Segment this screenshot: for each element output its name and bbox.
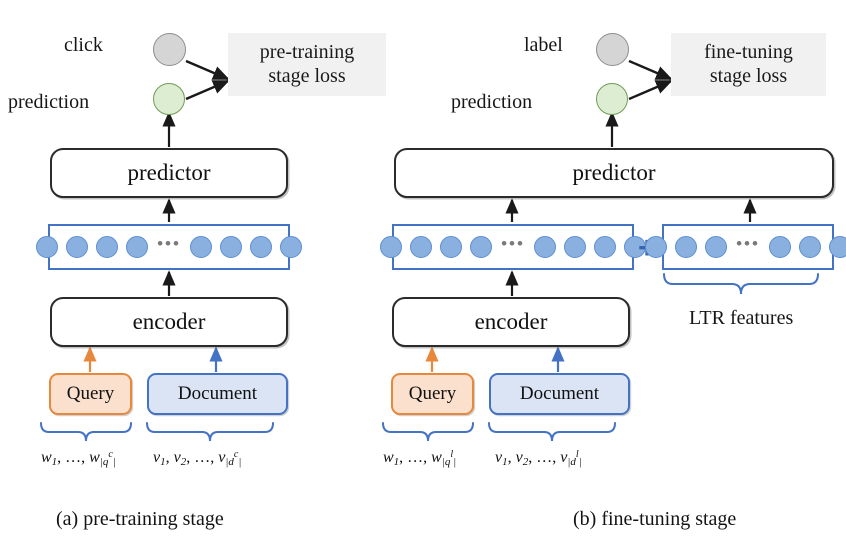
loss-label-line1-b: fine-tuning xyxy=(704,40,793,63)
query-box-b: Query xyxy=(391,373,474,415)
ellipsis-icon: ••• xyxy=(501,233,525,253)
embedding-dot xyxy=(593,236,616,258)
prediction-node-a xyxy=(153,83,185,115)
query-box-a: Query xyxy=(49,373,132,415)
arrow-prediction-to-loss-a xyxy=(185,79,230,101)
token-w-last: w xyxy=(89,449,100,466)
document-label-a: Document xyxy=(177,383,258,404)
embedding-dots-b: ••• xyxy=(376,234,650,261)
ltr-dot xyxy=(828,236,846,258)
embedding-dot xyxy=(126,236,149,258)
encoder-label-b: encoder xyxy=(474,309,548,334)
target-node-label-a: click xyxy=(64,34,103,56)
encoder-box-a: encoder xyxy=(50,297,288,347)
encoder-label-a: encoder xyxy=(132,309,206,334)
token-sub-close: | xyxy=(578,456,582,468)
token-sub-open: |d xyxy=(567,456,576,468)
prediction-node-label-a: prediction xyxy=(8,91,90,113)
ltr-features-label: LTR features xyxy=(689,307,794,329)
embedding-dot xyxy=(36,236,59,258)
loss-box-b: fine-tuning stage loss xyxy=(671,33,826,96)
embedding-vector-box-a: ••• xyxy=(36,224,302,270)
embedding-dot xyxy=(563,236,586,258)
loss-label-line2-a: stage loss xyxy=(268,64,346,87)
token-w: w xyxy=(41,449,52,466)
caption-panel-a: (a) pre-training stage xyxy=(56,508,224,530)
brace-ltr-features xyxy=(663,273,819,295)
arrow-prediction-to-loss-b xyxy=(628,79,673,101)
query-tokens-label-b: w1, …, w|ql| xyxy=(383,449,456,468)
brace-document-a xyxy=(146,422,274,442)
predictor-box-b: predictor xyxy=(394,148,834,198)
embedding-dot xyxy=(380,236,403,258)
token-ellipsis: , …, xyxy=(528,449,561,466)
embedding-dot xyxy=(66,236,89,258)
target-node-a xyxy=(153,33,186,66)
document-tokens-label-b: v1, v2, …, v|dl| xyxy=(495,449,582,468)
token-sub-open: |d xyxy=(225,456,234,468)
predictor-label-b: predictor xyxy=(572,160,656,185)
ltr-dot xyxy=(675,236,698,258)
ellipsis-icon: ••• xyxy=(736,233,760,253)
embedding-dot xyxy=(96,236,119,258)
embedding-dot xyxy=(219,236,242,258)
token-sub-close: | xyxy=(453,456,457,468)
token-ellipsis: , …, xyxy=(399,449,432,466)
arrow-target-to-loss-b xyxy=(628,59,673,81)
ltr-dots: ••• xyxy=(641,234,846,261)
loss-box-a: pre-training stage loss xyxy=(228,33,386,96)
embedding-dot xyxy=(440,236,463,258)
token-sub-close: | xyxy=(112,456,116,468)
query-label-b: Query xyxy=(408,383,457,404)
embedding-dots-a: ••• xyxy=(32,234,306,261)
brace-query-a xyxy=(40,422,132,442)
embedding-dot xyxy=(470,236,493,258)
token-w: w xyxy=(383,449,394,466)
figure-canvas: click prediction pre-training stage loss… xyxy=(0,0,846,551)
token-v2: v xyxy=(515,449,523,466)
caption-panel-b: (b) fine-tuning stage xyxy=(573,508,737,530)
embedding-dot xyxy=(410,236,433,258)
ltr-dot xyxy=(705,236,728,258)
predictor-box-a: predictor xyxy=(50,148,288,198)
ltr-dot xyxy=(798,236,821,258)
embedding-vector-box-b: ••• xyxy=(380,224,646,270)
ellipsis-icon: ••• xyxy=(157,233,181,253)
embedding-dot xyxy=(189,236,212,258)
token-ellipsis: , …, xyxy=(186,449,219,466)
document-label-b: Document xyxy=(519,383,600,404)
token-ellipsis: , …, xyxy=(57,449,90,466)
brace-document-b xyxy=(488,422,616,442)
document-box-a: Document xyxy=(147,373,288,415)
ltr-dot xyxy=(768,236,791,258)
arrow-target-to-loss-a xyxy=(185,59,230,81)
target-node-b xyxy=(596,33,629,66)
loss-label-line1-a: pre-training xyxy=(259,40,355,63)
embedding-dot xyxy=(279,236,302,258)
embedding-dot xyxy=(533,236,556,258)
predictor-label-a: predictor xyxy=(127,160,211,185)
query-tokens-label-a: w1, …, w|qc| xyxy=(41,449,116,468)
embedding-dot xyxy=(249,236,272,258)
token-sub-close: | xyxy=(238,456,242,468)
token-w-last: w xyxy=(431,449,442,466)
ltr-features-box: ••• xyxy=(645,224,846,270)
prediction-node-b xyxy=(596,83,628,115)
document-tokens-label-a: v1, v2, …, v|dc| xyxy=(153,449,242,468)
brace-query-b xyxy=(382,422,474,442)
prediction-node-label-b: prediction xyxy=(451,91,533,113)
encoder-box-b: encoder xyxy=(392,297,630,347)
query-label-a: Query xyxy=(66,383,115,404)
target-node-label-b: label xyxy=(524,34,563,56)
document-box-b: Document xyxy=(489,373,630,415)
loss-label-line2-b: stage loss xyxy=(709,64,788,87)
ltr-dot xyxy=(645,236,668,258)
token-v2: v xyxy=(173,449,181,466)
